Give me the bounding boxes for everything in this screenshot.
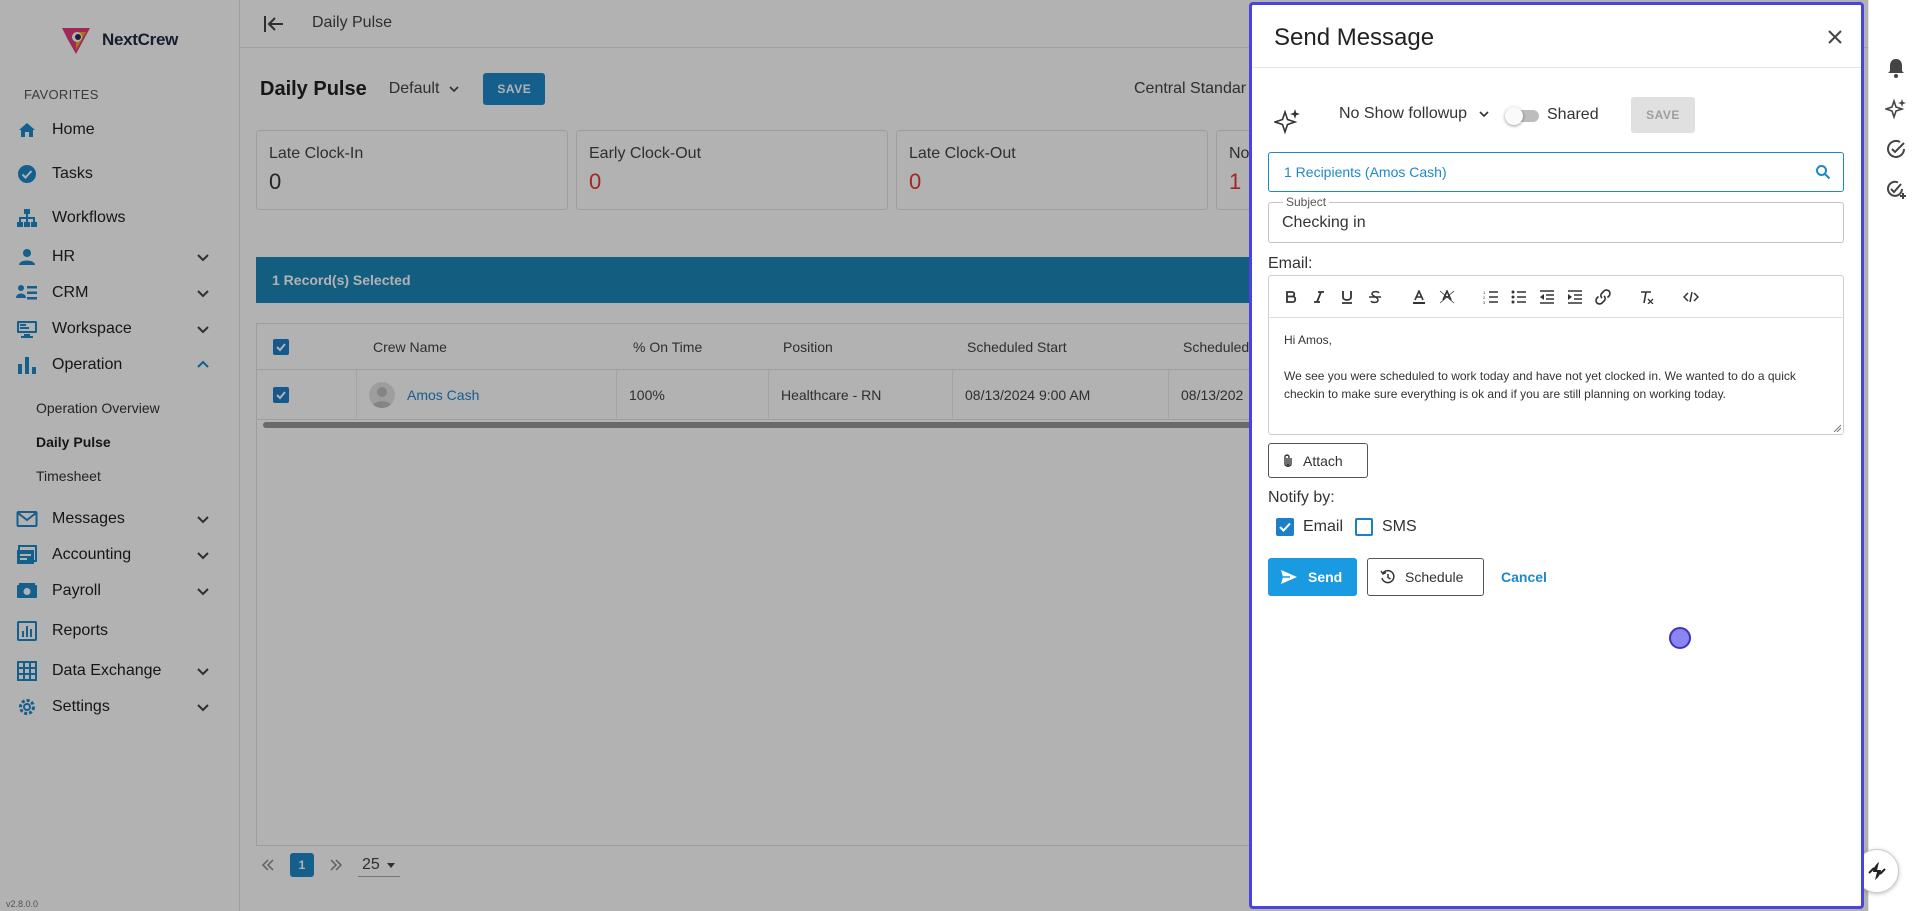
check-circle-plus-icon[interactable] bbox=[1885, 178, 1907, 200]
bell-icon[interactable] bbox=[1885, 57, 1907, 79]
editor-toolbar: 123 bbox=[1269, 276, 1843, 318]
strikethrough-icon[interactable] bbox=[1365, 287, 1385, 307]
send-message-drawer: Send Message No Show followup Shared SAV… bbox=[1249, 2, 1864, 909]
source-code-icon[interactable] bbox=[1681, 287, 1701, 307]
save-template-button[interactable]: SAVE bbox=[1631, 97, 1695, 133]
notify-sms-label: SMS bbox=[1382, 518, 1417, 535]
clear-formatting-icon[interactable] bbox=[1637, 287, 1657, 307]
template-select-value: No Show followup bbox=[1339, 105, 1468, 122]
attach-button[interactable]: Attach bbox=[1268, 443, 1368, 478]
shared-label: Shared bbox=[1547, 106, 1599, 123]
chevron-down-icon bbox=[1479, 111, 1489, 118]
email-paragraph: We see you were scheduled to work today … bbox=[1284, 369, 1796, 401]
check-circle-icon[interactable] bbox=[1885, 138, 1907, 160]
notify-sms-option[interactable]: SMS bbox=[1355, 518, 1417, 536]
underline-icon[interactable] bbox=[1337, 287, 1357, 307]
notify-email-label: Email bbox=[1303, 518, 1344, 535]
cursor-indicator bbox=[1669, 627, 1691, 649]
highlight-color-icon[interactable] bbox=[1437, 287, 1457, 307]
outdent-icon[interactable] bbox=[1537, 287, 1557, 307]
ai-sparkle-icon[interactable] bbox=[1274, 107, 1302, 135]
subject-label: Subject bbox=[1283, 195, 1330, 209]
send-icon bbox=[1281, 570, 1297, 584]
notify-email-checkbox[interactable] bbox=[1276, 518, 1294, 536]
divider bbox=[1252, 67, 1861, 68]
quick-action-icon bbox=[1868, 862, 1886, 880]
paperclip-icon bbox=[1284, 453, 1292, 467]
clock-history-icon bbox=[1380, 569, 1395, 584]
send-label: Send bbox=[1308, 569, 1343, 585]
search-icon[interactable] bbox=[1815, 164, 1831, 180]
email-body[interactable]: Hi Amos, We see you were scheduled to wo… bbox=[1284, 331, 1829, 421]
template-select[interactable]: No Show followup bbox=[1339, 105, 1491, 123]
bullet-list-icon[interactable] bbox=[1509, 287, 1529, 307]
email-greeting: Hi Amos, bbox=[1284, 333, 1333, 347]
resize-handle-icon[interactable] bbox=[1833, 424, 1841, 432]
check-icon bbox=[1279, 522, 1291, 532]
svg-text:3: 3 bbox=[1483, 300, 1486, 304]
recipients-value: 1 Recipients (Amos Cash) bbox=[1284, 164, 1447, 180]
bold-icon[interactable] bbox=[1281, 287, 1301, 307]
drawer-title: Send Message bbox=[1274, 24, 1435, 51]
recipients-field[interactable]: 1 Recipients (Amos Cash) bbox=[1268, 152, 1844, 192]
text-color-icon[interactable] bbox=[1409, 287, 1429, 307]
template-row: No Show followup Shared SAVE bbox=[1272, 95, 1842, 135]
subject-value: Checking in bbox=[1282, 214, 1366, 231]
toggle-knob bbox=[1505, 107, 1523, 125]
schedule-button[interactable]: Schedule bbox=[1367, 558, 1484, 596]
attach-label: Attach bbox=[1303, 452, 1343, 469]
right-rail bbox=[1868, 0, 1920, 911]
notify-email-option[interactable]: Email bbox=[1276, 518, 1343, 536]
send-button[interactable]: Send bbox=[1268, 558, 1357, 596]
subject-field[interactable]: Subject Checking in bbox=[1268, 195, 1844, 243]
italic-icon[interactable] bbox=[1309, 287, 1329, 307]
notify-sms-checkbox[interactable] bbox=[1355, 518, 1373, 536]
indent-icon[interactable] bbox=[1565, 287, 1585, 307]
cancel-link[interactable]: Cancel bbox=[1501, 569, 1547, 585]
schedule-label: Schedule bbox=[1405, 569, 1464, 585]
link-icon[interactable] bbox=[1593, 287, 1613, 307]
close-icon[interactable] bbox=[1823, 25, 1847, 49]
email-label: Email: bbox=[1268, 255, 1313, 272]
notify-label: Notify by: bbox=[1268, 489, 1335, 506]
shared-toggle[interactable] bbox=[1505, 107, 1539, 125]
sparkle-icon[interactable] bbox=[1885, 98, 1907, 120]
ordered-list-icon[interactable]: 123 bbox=[1481, 287, 1501, 307]
email-editor: 123 Hi Amos, We see you were scheduled t… bbox=[1268, 275, 1844, 435]
